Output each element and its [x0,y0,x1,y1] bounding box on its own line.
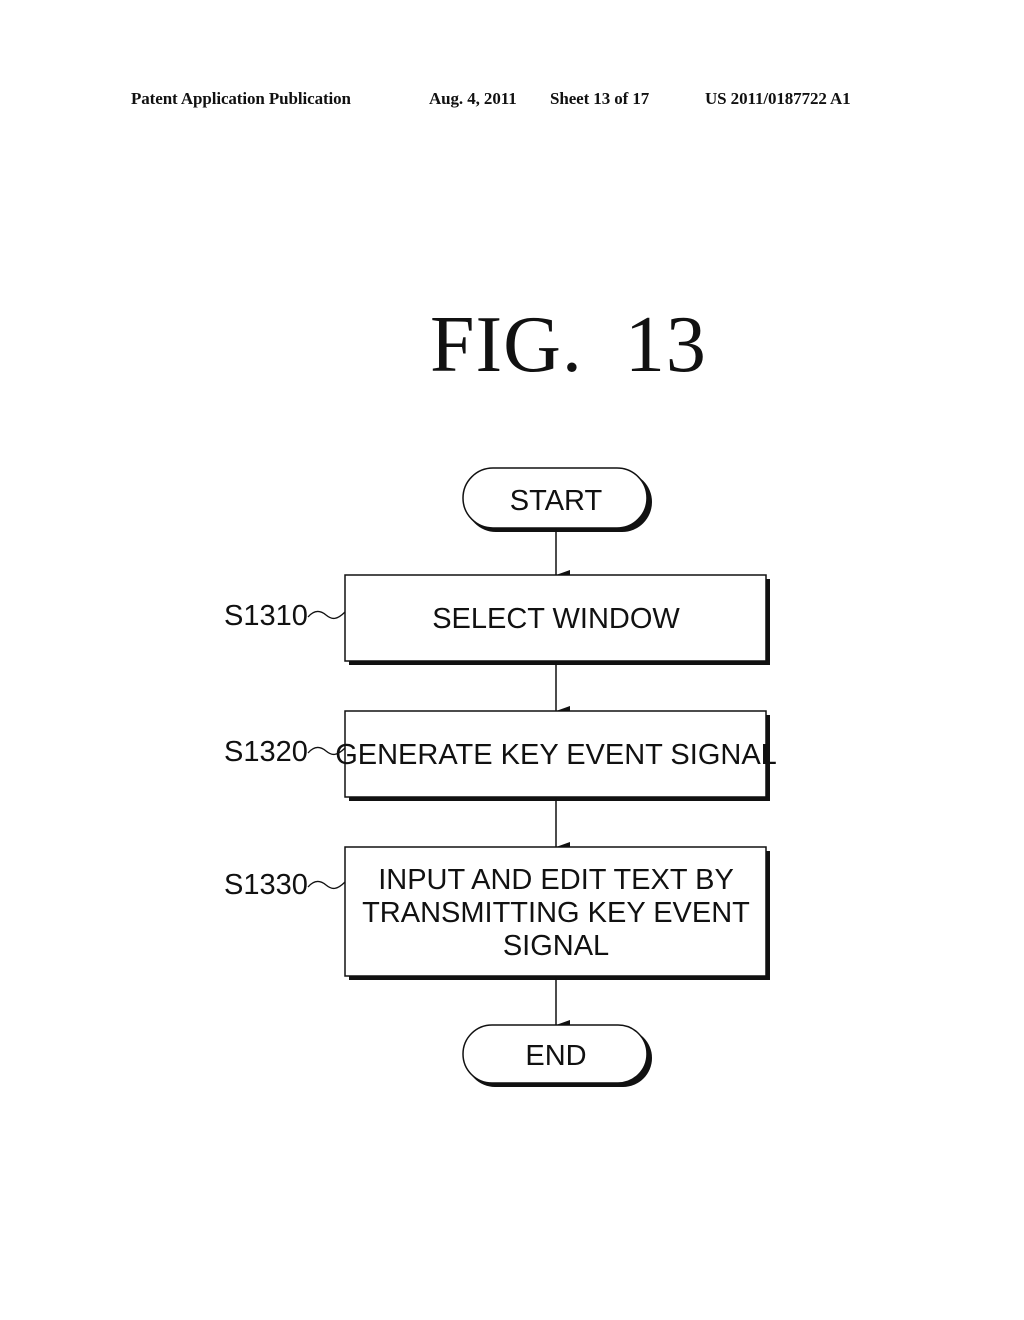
step-s1310-label: S1310 [224,600,308,632]
flowchart: START SELECT WINDOW S1310 GENERATE KEY E… [224,467,777,1087]
leader-s1310 [307,610,346,620]
step-s1310-text: SELECT WINDOW [432,603,680,635]
end-terminator: END [462,1024,652,1087]
leader-s1330 [307,880,346,890]
step-s1330-text-line-2: TRANSMITTING KEY EVENT [362,897,750,929]
start-terminator: START [462,467,652,532]
step-s1320-label: S1320 [224,736,308,768]
end-label: END [525,1040,586,1072]
step-s1330-text-line-1: INPUT AND EDIT TEXT BY [378,864,734,896]
step-s1310: SELECT WINDOW S1310 [224,574,770,665]
start-label: START [510,485,603,517]
step-s1320-text: GENERATE KEY EVENT SIGNAL [335,739,777,771]
step-s1330-text-line-3: SIGNAL [503,930,609,962]
step-s1330: INPUT AND EDIT TEXT BY TRANSMITTING KEY … [224,846,770,980]
step-s1320: GENERATE KEY EVENT SIGNAL S1320 [224,710,777,801]
step-s1330-label: S1330 [224,869,308,901]
